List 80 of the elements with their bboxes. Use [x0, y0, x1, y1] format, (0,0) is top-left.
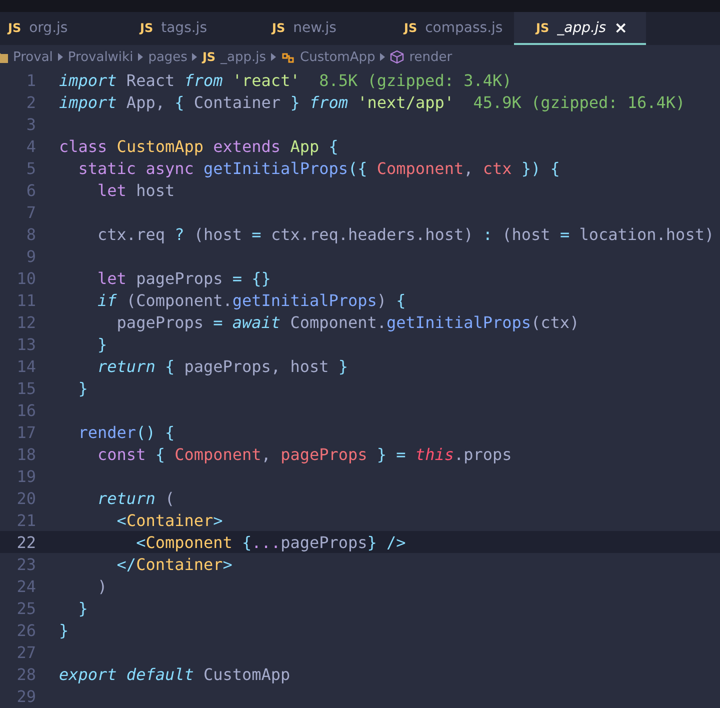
- breadcrumb-item[interactable]: _app.js: [220, 50, 266, 64]
- editor-tab[interactable]: JS compass.js: [382, 12, 514, 45]
- code-line: }: [77, 378, 88, 398]
- line-number: 8: [25, 224, 36, 244]
- code-line: let pageProps = {}: [96, 268, 271, 288]
- editor-tab[interactable]: JS new.js: [250, 12, 382, 45]
- line-number: 6: [25, 180, 36, 200]
- line-number: 20: [16, 488, 36, 508]
- code-line: ): [96, 576, 108, 596]
- js-file-icon: JS: [536, 20, 550, 34]
- line-number: 15: [16, 378, 36, 398]
- line-number: 23: [16, 554, 36, 574]
- line-number: 10: [16, 268, 36, 288]
- code-line: import App, { Container } from 'next/app' 45.9K (gzipped: 16.4K): [59, 92, 686, 112]
- line-number: 3: [25, 114, 36, 134]
- line-number: 19: [16, 466, 36, 486]
- line-number: 4: [25, 136, 36, 156]
- line-number: 27: [16, 642, 36, 662]
- line-number: 26: [16, 620, 36, 640]
- code-line: pageProps = await Component.getInitialProps(ctx): [116, 312, 580, 332]
- code-line: return (: [96, 488, 175, 508]
- code-line: export default CustomApp: [59, 664, 290, 684]
- line-number: 14: [16, 356, 36, 376]
- line-number: 1: [25, 70, 36, 90]
- breadcrumb-item[interactable]: Provalwiki: [68, 50, 134, 64]
- line-number: 9: [25, 246, 36, 266]
- chevron-right-icon: [271, 53, 276, 61]
- editor-tab[interactable]: JS tags.js: [118, 12, 250, 45]
- code-line: if (Component.getInitialProps) {: [96, 290, 406, 310]
- chevron-right-icon: [192, 53, 198, 61]
- breadcrumb-item[interactable]: pages: [148, 50, 188, 64]
- js-file-icon: JS: [8, 20, 22, 34]
- chevron-right-icon: [58, 53, 63, 61]
- line-number: 16: [16, 400, 36, 420]
- code-line: class CustomApp extends App {: [59, 136, 338, 156]
- line-number: 11: [16, 290, 36, 310]
- code-line: const { Component, pageProps } = this.props: [96, 444, 512, 464]
- chevron-right-icon: [380, 53, 386, 61]
- tab-label: org.js: [29, 20, 68, 36]
- line-number: 13: [16, 334, 36, 354]
- line-number: 21: [16, 510, 36, 530]
- code-line: }: [59, 620, 69, 640]
- line-number: 29: [16, 686, 36, 706]
- code-line: </Container>: [116, 554, 232, 574]
- line-number: 5: [25, 158, 36, 178]
- line-number: 12: [16, 312, 36, 332]
- line-number: 18: [16, 444, 36, 464]
- line-number: 24: [16, 576, 36, 596]
- editor-tab[interactable]: JS org.js: [0, 12, 118, 45]
- js-file-icon: JS: [404, 20, 418, 34]
- chevron-right-icon: [138, 53, 144, 61]
- tab-label: new.js: [293, 20, 336, 36]
- code-line: render() {: [77, 422, 175, 442]
- code-line: return { pageProps, host }: [96, 356, 348, 376]
- breadcrumb-item[interactable]: render: [409, 50, 452, 64]
- breadcrumb-item[interactable]: Proval: [13, 50, 53, 64]
- code-line: static async getInitialProps({ Component, ctx }) {: [77, 158, 560, 178]
- js-file-icon: JS: [202, 50, 216, 64]
- code-line: let host: [96, 180, 175, 200]
- line-number: 25: [16, 598, 36, 618]
- line-number: 28: [16, 664, 36, 684]
- js-file-icon: JS: [272, 20, 286, 34]
- code-line: <Component {...pageProps} />: [135, 532, 406, 552]
- tab-label: _app.js: [557, 20, 606, 36]
- code-line: import React from 'react' 8.5K (gzipped: 3.4K): [59, 70, 512, 90]
- line-number: 2: [25, 92, 36, 112]
- tab-label: compass.js: [425, 20, 503, 36]
- cube-icon: [390, 50, 404, 64]
- breadcrumb-item[interactable]: CustomApp: [300, 50, 376, 64]
- code-line: }: [77, 598, 88, 618]
- code-line: }: [96, 334, 108, 354]
- close-icon[interactable]: ×: [614, 18, 628, 37]
- editor-tab[interactable]: JS _app.js ×: [514, 12, 646, 45]
- line-number: 22: [16, 532, 36, 552]
- line-number: 17: [16, 422, 36, 442]
- code-line: ctx.req ? (host = ctx.req.headers.host) : (host = location.host): [96, 224, 714, 244]
- tab-label: tags.js: [161, 20, 207, 36]
- line-number: 7: [25, 202, 36, 222]
- code-line: <Container>: [116, 510, 223, 530]
- js-file-icon: JS: [140, 20, 154, 34]
